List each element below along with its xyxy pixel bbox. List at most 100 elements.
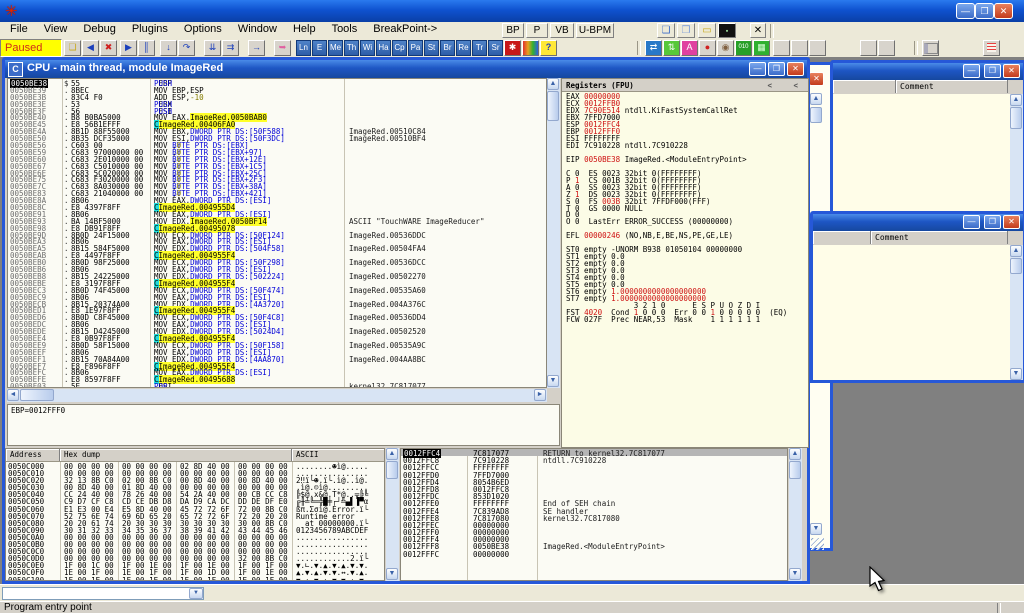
register-line[interactable]: ST4 empty 0.0 <box>562 273 808 280</box>
comment-window-1-body[interactable] <box>833 94 1010 224</box>
register-line[interactable]: EBP 0012FFF0 <box>562 127 808 134</box>
close-button[interactable]: ✕ <box>994 3 1013 19</box>
dump-row[interactable]: 0050C050C9 D7 CF C8CD CE DB D8DA D9 CA D… <box>6 497 384 504</box>
close-process-button[interactable]: ✖ <box>100 40 117 56</box>
plugin-analyze-button[interactable]: A <box>681 40 698 56</box>
stack-row[interactable]: 0012FFDC853D1020 <box>401 492 787 499</box>
plugin-binary-button[interactable]: 010 <box>735 40 752 56</box>
dump-header-ascii[interactable]: ASCII <box>292 449 385 461</box>
open-file-button[interactable]: ❏ <box>64 40 81 56</box>
dump-row[interactable]: 0050C08020 20 61 7420 30 30 3030 30 30 3… <box>6 519 384 526</box>
command-dropdown-button[interactable]: ▼ <box>189 588 203 599</box>
stack-row[interactable]: 0012FFD07FFD7000 <box>401 471 787 478</box>
disasm-row[interactable]: 0050BEA5.8B15 584F5000MOV EDX,DWORD PTR … <box>8 244 546 251</box>
menu-item-tools[interactable]: Tools <box>324 22 366 39</box>
disasm-row[interactable]: 0050BE45.E8 56B1EFFFCALL ImageRed.00406F… <box>8 120 546 127</box>
comment-window-2-restore[interactable]: ❐ <box>984 215 1001 229</box>
stack-row[interactable]: 0012FFF000000000 <box>401 528 787 535</box>
register-line[interactable]: ST2 empty 0.0 <box>562 259 808 266</box>
toolbar-extra-button-3[interactable] <box>809 40 826 56</box>
disasm-row[interactable]: 0050BE50.8B35 DCF35000MOV ESI,DWORD PTR … <box>8 134 546 141</box>
disasm-row[interactable]: 0050BE3B.83C4 F0ADD ESP,-10 <box>8 93 546 100</box>
scroll-thumb[interactable] <box>547 91 559 121</box>
registers-body[interactable]: EAX 00000000ECX 0012FFB0EDX 7C90E514 ntd… <box>562 92 808 448</box>
register-line[interactable]: A 0 SS 0023 32bit 0(FFFFFFFF) <box>562 183 808 190</box>
registers-pane[interactable]: Registers (FPU) < < EAX 00000000ECX 0012… <box>561 78 809 448</box>
disassembly-pane[interactable]: 0050BE38$55PUSH EBP0050BE39.8BECMOV EBP,… <box>7 78 547 388</box>
menu-item-help[interactable]: Help <box>285 22 324 39</box>
dump-row[interactable]: 0050C0D000 00 00 0000 00 00 0000 00 00 0… <box>6 554 384 561</box>
disasm-row[interactable]: 0050BEA3.8B06MOV EAX,DWORD PTR DS:[ESI] <box>8 237 546 244</box>
dump-row[interactable]: 0050C060E1 E3 00 E4E5 8D 40 0045 72 72 6… <box>6 505 384 512</box>
stack-row[interactable]: 0012FFE87C817080kernel32.7C817080 <box>401 514 787 521</box>
menu-button-bp[interactable]: BP <box>502 23 524 38</box>
scroll-down-icon[interactable]: ▼ <box>1010 368 1022 380</box>
disasm-hscrollbar[interactable]: ◄ ► <box>7 389 547 402</box>
register-line[interactable]: EDX 7C90E514 ntdll.KiFastSystemCallRet <box>562 106 808 113</box>
comment-window-1-close[interactable]: ✕ <box>1003 64 1020 78</box>
go-to-address-button[interactable]: ➥ <box>274 40 291 56</box>
menu-item-debug[interactable]: Debug <box>75 22 123 39</box>
register-line[interactable]: FST 4020 Cond 1 0 0 0 Err 0 0 1 0 0 0 0 … <box>562 308 808 315</box>
scroll-thumb[interactable] <box>1010 258 1022 274</box>
cpu-minimize-button[interactable]: — <box>749 62 766 76</box>
menu-item-plugins[interactable]: Plugins <box>124 22 176 39</box>
dump-row[interactable]: 0050C07052 75 6E 7469 6D 65 2065 72 72 6… <box>6 512 384 519</box>
stack-row[interactable]: 0012FFCCFFFFFFFF <box>401 463 787 470</box>
disasm-row[interactable]: 0050BEBE.E8 3197F8FFCALL ImageRed.004955… <box>8 279 546 286</box>
scroll-up-icon[interactable]: ▲ <box>547 78 559 90</box>
comment-window-2-close[interactable]: ✕ <box>1003 215 1020 229</box>
console-icon-button[interactable]: ▪ <box>718 23 736 38</box>
disasm-row[interactable]: 0050BEC9.8B06MOV EAX,DWORD PTR DS:[ESI] <box>8 293 546 300</box>
restore-button[interactable]: ❐ <box>975 3 994 19</box>
disasm-row[interactable]: 0050BEF7.E8 F896F8FFCALL ImageRed.004955… <box>8 362 546 369</box>
disasm-row[interactable]: 0050BF03.5EPOP ESIkernel32.7C817077 <box>8 382 546 388</box>
stack-row[interactable]: 0012FFE0FFFFFFFFEnd of SEH chain <box>401 499 787 506</box>
pane-button-ha[interactable]: Ha <box>376 40 391 56</box>
animate-over-button[interactable]: ⇉ <box>222 40 239 56</box>
cpu-restore-button[interactable]: ❐ <box>768 62 785 76</box>
disasm-row[interactable]: 0050BE7C.C683 8A030000 00MOV BYTE PTR DS… <box>8 182 546 189</box>
animate-into-button[interactable]: ⇊ <box>204 40 221 56</box>
disasm-row[interactable]: 0050BEF1.8B15 70A84A00MOV EDX,DWORD PTR … <box>8 355 546 362</box>
scroll-down-icon[interactable]: ▼ <box>547 375 559 387</box>
comment-window-1-titlebar[interactable]: — ❐ ✕ <box>833 63 1023 80</box>
restart-button[interactable]: ◀ <box>82 40 99 56</box>
cpu-close-button[interactable]: ✕ <box>787 62 804 76</box>
menu-item-window[interactable]: Window <box>230 22 285 39</box>
registers-collapse-icon-2[interactable]: < <box>793 81 798 90</box>
pane-button-pa[interactable]: Pa <box>408 40 423 56</box>
dump-row[interactable]: 0050C0B000 00 00 0000 00 00 0000 00 00 0… <box>6 540 384 547</box>
disasm-vscrollbar[interactable]: ▲ ▼ <box>547 78 560 388</box>
menu-item-file[interactable]: File <box>2 22 36 39</box>
disasm-row[interactable]: 0050BE75.C683 F3020000 00MOV BYTE PTR DS… <box>8 175 546 182</box>
disasm-row[interactable]: 0050BEB6.8B06MOV EAX,DWORD PTR DS:[ESI] <box>8 265 546 272</box>
disasm-row[interactable]: 0050BE67.C683 C5010000 00MOV BYTE PTR DS… <box>8 162 546 169</box>
app-titlebar[interactable]: ✳ — ❐ ✕ <box>0 0 1024 22</box>
dump-scrollbar[interactable]: ▲ ▼ <box>386 448 399 581</box>
pane-button-st[interactable]: St <box>424 40 439 56</box>
fragment-close-button[interactable]: ✕ <box>809 72 824 86</box>
column-header-blank[interactable] <box>833 80 896 93</box>
comment-window-2-titlebar[interactable]: — ❐ ✕ <box>813 214 1023 231</box>
plugin-updown-button[interactable]: ⇅ <box>663 40 680 56</box>
options-button[interactable]: ✱ <box>504 40 521 56</box>
info-pane[interactable]: EBP=0012FFF0 <box>7 404 560 446</box>
appearance-button[interactable] <box>522 40 539 56</box>
disasm-row[interactable]: 0050BE8A.8B06MOV EAX,DWORD PTR DS:[ESI] <box>8 196 546 203</box>
disasm-row[interactable]: 0050BE93.BA 14BF5000MOV EDX,ImageRed.005… <box>8 217 546 224</box>
help-button[interactable]: ? <box>540 40 557 56</box>
registers-collapse-icon[interactable]: < <box>767 81 772 90</box>
stack-row[interactable]: 0012FFC47C817077RETURN to kernel32.7C817… <box>401 449 787 456</box>
disasm-row[interactable]: 0050BE8C.E8 4397F8FFCALL ImageRed.004955… <box>8 203 546 210</box>
register-line[interactable]: EAX 00000000 <box>562 92 808 99</box>
plugin-breakpoint-button[interactable]: ● <box>699 40 716 56</box>
command-input[interactable] <box>2 587 204 600</box>
scroll-right-icon[interactable]: ► <box>534 389 546 401</box>
register-line[interactable]: ST6 empty 1.0000000000000000000 <box>562 287 808 294</box>
dump-header-address[interactable]: Address <box>6 449 60 461</box>
menubar-close-button[interactable]: ✕ <box>750 23 766 38</box>
dump-row[interactable]: 0050C0A000 00 00 0000 00 00 0000 00 00 0… <box>6 533 384 540</box>
scroll-thumb[interactable] <box>386 461 398 479</box>
dump-row[interactable]: 0050C00000 00 00 0000 00 00 0002 8D 40 0… <box>6 462 384 469</box>
